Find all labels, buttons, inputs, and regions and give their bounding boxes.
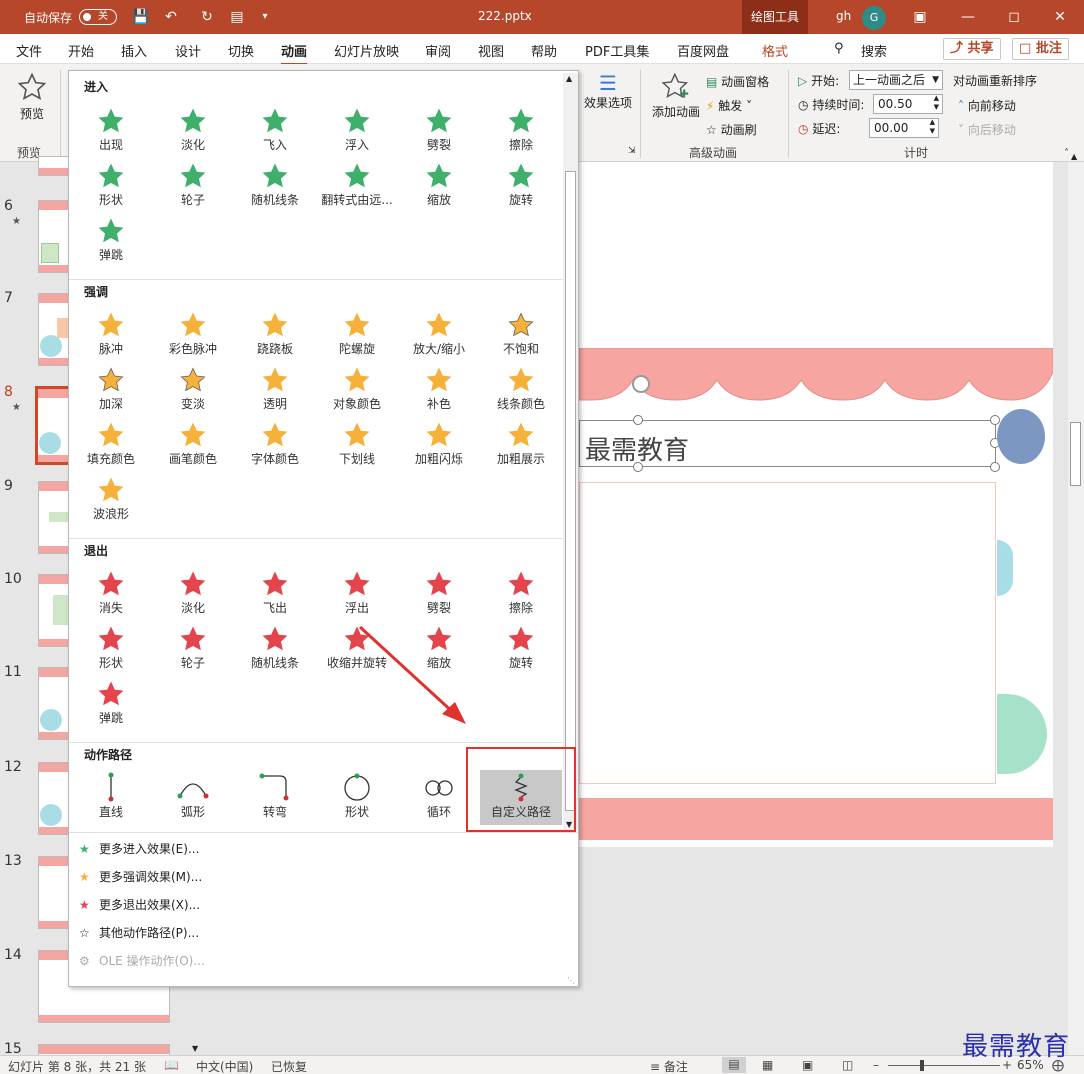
annotation-arrow xyxy=(358,625,466,724)
recovered-status: 已恢复 xyxy=(271,1060,308,1074)
notes-button[interactable]: ≡ 备注 xyxy=(650,1058,688,1074)
language[interactable]: 中文(中国) xyxy=(196,1058,253,1074)
spellcheck-icon[interactable]: 📖 xyxy=(164,1058,179,1072)
slideshow-icon[interactable]: ◫ xyxy=(842,1058,853,1072)
reading-view-icon[interactable]: ▣ xyxy=(802,1058,813,1072)
status-bar: 幻灯片 第 8 张，共 21 张 📖 中文(中国) 已恢复 ≡ 备注 ▤ ▦ ▣… xyxy=(0,1055,1084,1074)
watermark: 最需教育 xyxy=(962,1032,1071,1062)
highlight-box xyxy=(466,747,576,832)
notes-label: 备注 xyxy=(663,1060,688,1074)
slide-sorter-icon[interactable]: ▦ xyxy=(762,1058,773,1072)
zoom-slider[interactable] xyxy=(888,1060,1000,1071)
normal-view-icon[interactable]: ▤ xyxy=(722,1057,746,1073)
slide-counter: 幻灯片 第 8 张，共 21 张 xyxy=(8,1060,146,1074)
zoom-out-icon[interactable]: – xyxy=(873,1058,879,1072)
zoom-slider-thumb[interactable] xyxy=(920,1060,924,1071)
